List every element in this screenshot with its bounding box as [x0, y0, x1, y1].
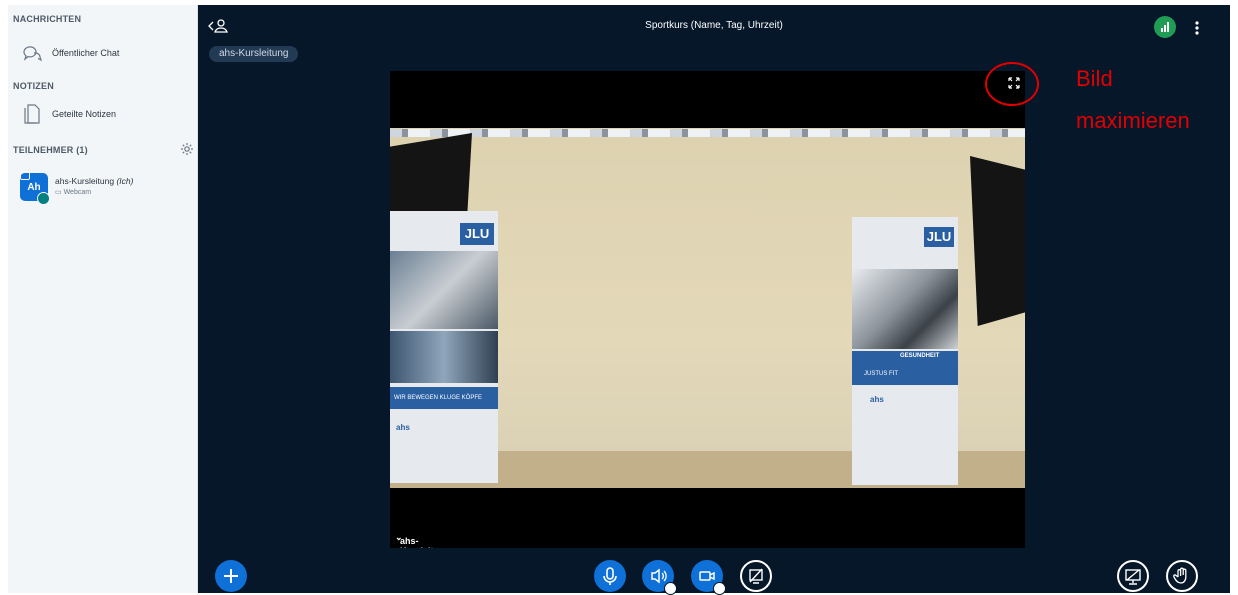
chat-bubbles-icon — [20, 41, 44, 65]
gear-icon[interactable] — [180, 142, 194, 156]
video-user-label-text: ahs-Kursleitung — [400, 536, 450, 548]
actions-button[interactable] — [215, 560, 247, 592]
avatar-initials: Ah — [27, 181, 41, 193]
video-user-label: ahs-Kursleitung ⌄ — [395, 532, 450, 548]
notes-section-title: NOTIZEN — [13, 81, 54, 91]
shared-notes-label: Geteilte Notizen — [52, 109, 117, 119]
webcam-indicator-icon — [20, 171, 30, 180]
audio-button[interactable] — [642, 560, 677, 595]
public-chat-item[interactable]: Öffentlicher Chat — [8, 40, 197, 66]
participant-name: ahs-Kursleitung (Ich) — [55, 176, 133, 186]
banner-left-ahs: ahs — [396, 423, 410, 432]
video-label-bar[interactable]: ahs-Kursleitung ⌄ — [390, 528, 1025, 548]
messages-section-title: NACHRICHTEN — [13, 14, 82, 24]
options-menu-icon[interactable] — [1193, 18, 1201, 38]
banner-right-slogan: JUSTUS FIT — [864, 371, 898, 377]
raise-hand-icon — [1173, 567, 1187, 584]
camera-options-icon[interactable] — [713, 582, 726, 595]
plus-icon — [224, 569, 238, 583]
banner-left: JLU WIR BEWEGEN KLUGE KÖPFE ahs — [390, 211, 498, 483]
softbox-right — [970, 156, 1025, 326]
annotation-circle — [985, 62, 1039, 106]
participant-self-tag: (Ich) — [116, 176, 134, 186]
shared-notes-item[interactable]: Geteilte Notizen — [8, 101, 197, 127]
main-area: Sportkurs (Name, Tag, Uhrzeit) ahs-Kursl… — [198, 5, 1230, 595]
participant-row[interactable]: Ah ahs-Kursleitung (Ich) ▭ Webcam — [18, 171, 193, 205]
banner-right-photo — [852, 269, 958, 349]
meeting-title: Sportkurs (Name, Tag, Uhrzeit) — [645, 20, 783, 31]
presentation-button[interactable] — [1117, 560, 1149, 592]
camera-button[interactable] — [691, 560, 726, 595]
annotation-line2: maximieren — [1076, 108, 1190, 133]
banner-left-photo — [390, 251, 498, 329]
banner-right-ahs: ahs — [870, 395, 884, 404]
banner-left-slogan: WIR BEWEGEN KLUGE KÖPFE — [394, 395, 483, 401]
screen-share-off-icon — [749, 568, 763, 584]
participant-subtitle: ▭ Webcam — [55, 188, 91, 196]
banner-right: JLU GESUNDHEIT JUSTUS FIT ahs — [852, 217, 958, 485]
mic-status-icon — [37, 192, 50, 205]
document-icon — [20, 102, 44, 126]
ceiling-trim — [390, 129, 1025, 137]
participant-subtitle-text: Webcam — [63, 189, 92, 196]
participant-name-text: ahs-Kursleitung — [55, 176, 115, 186]
camera-small-icon: ▭ — [55, 189, 62, 196]
microphone-icon — [603, 567, 617, 585]
raise-hand-button[interactable] — [1166, 560, 1198, 592]
audio-options-icon[interactable] — [664, 582, 677, 595]
banner-right-heading: GESUNDHEIT — [900, 353, 940, 359]
presentation-icon — [1125, 569, 1141, 585]
banner-left-logo: JLU — [460, 223, 494, 245]
public-chat-label: Öffentlicher Chat — [52, 48, 120, 58]
banner-right-logo: JLU — [924, 227, 954, 247]
participants-section-title: TEILNEHMER (1) — [13, 145, 88, 155]
microphone-button[interactable] — [594, 560, 626, 592]
screen-share-button[interactable] — [740, 560, 772, 592]
webcam-video[interactable]: JLU WIR BEWEGEN KLUGE KÖPFE ahs JLU GESU… — [390, 71, 1025, 548]
connection-status-icon[interactable] — [1154, 16, 1176, 38]
banner-left-photo-2 — [390, 331, 498, 383]
presenter-pill: ahs-Kursleitung — [209, 46, 299, 62]
annotation-line1: Bild — [1076, 66, 1113, 91]
sidebar: NACHRICHTEN Öffentlicher Chat NOTIZEN Ge… — [8, 5, 198, 593]
